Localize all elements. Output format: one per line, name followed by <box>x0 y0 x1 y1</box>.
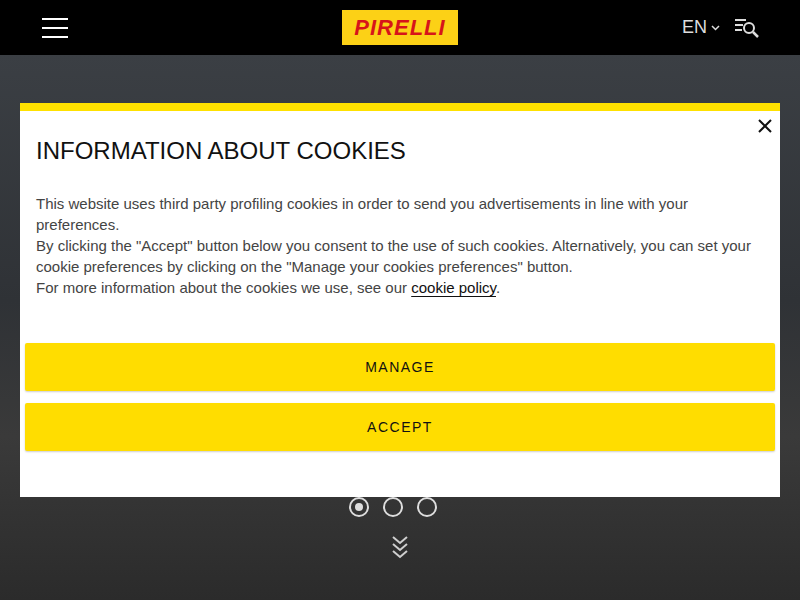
carousel-dot[interactable] <box>383 497 403 517</box>
pirelli-logo[interactable]: PIRELLI <box>342 10 458 45</box>
cookie-dialog: INFORMATION ABOUT COOKIES This website u… <box>20 103 780 497</box>
cookie-policy-link[interactable]: cookie policy <box>411 279 496 296</box>
language-label: EN <box>682 14 707 41</box>
accept-button[interactable]: ACCEPT <box>25 403 775 451</box>
dialog-paragraph: This website uses third party profiling … <box>36 193 766 235</box>
close-icon[interactable] <box>758 119 772 133</box>
policy-text: For more information about the cookies w… <box>36 279 411 296</box>
carousel-dot[interactable] <box>349 497 369 517</box>
carousel-dot[interactable] <box>417 497 437 517</box>
manage-button[interactable]: MANAGE <box>25 343 775 391</box>
logo-text: PIRELLI <box>354 17 445 39</box>
language-selector[interactable]: EN <box>682 14 720 41</box>
page: PIRELLI EN INFORMATION ABOUT COOKIES Thi… <box>0 0 800 600</box>
dialog-title: INFORMATION ABOUT COOKIES <box>20 136 780 166</box>
menu-icon[interactable] <box>42 18 68 38</box>
top-header: PIRELLI EN <box>0 0 800 55</box>
policy-text-end: . <box>496 279 500 296</box>
search-list-icon[interactable] <box>734 17 760 39</box>
scroll-down-icon[interactable] <box>391 535 409 563</box>
policy-line: For more information about the cookies w… <box>36 277 766 298</box>
dot-fill <box>355 503 363 511</box>
chevron-down-icon <box>711 25 720 31</box>
carousel-dots <box>349 497 437 517</box>
dialog-body: This website uses third party profiling … <box>20 193 780 298</box>
dialog-buttons: MANAGE ACCEPT <box>25 343 775 451</box>
header-tools: EN <box>682 14 760 41</box>
dialog-paragraph: By clicking the "Accept" button below yo… <box>36 235 766 277</box>
